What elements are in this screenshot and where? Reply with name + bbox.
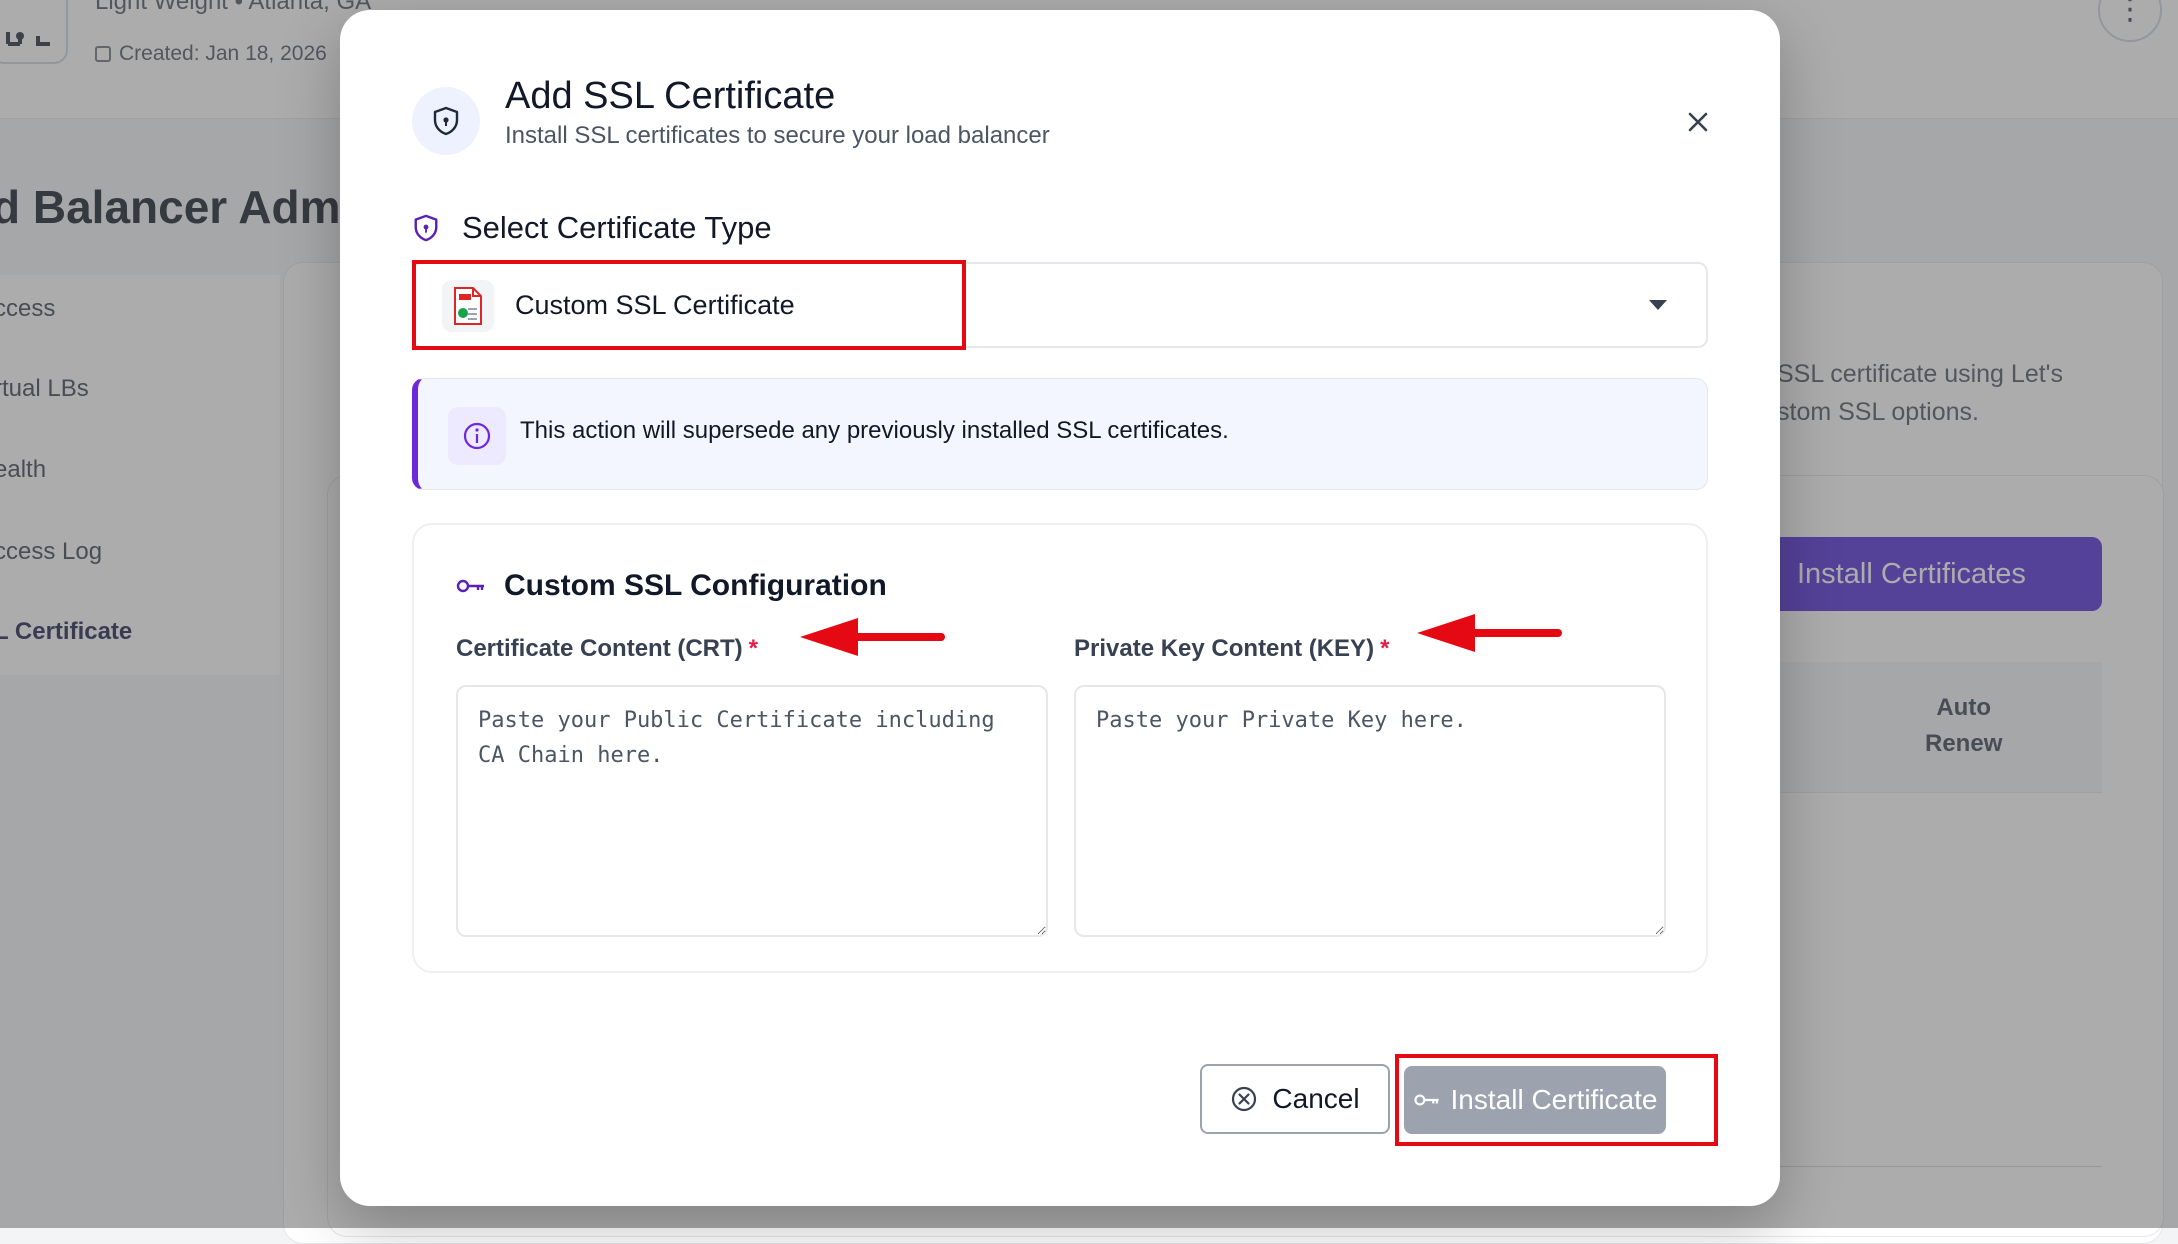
install-certificate-button[interactable]: Install Certificate	[1404, 1066, 1666, 1134]
cancel-button[interactable]: Cancel	[1200, 1064, 1390, 1134]
config-title: Custom SSL Configuration	[456, 569, 887, 603]
shield-icon	[412, 87, 480, 155]
dialog-title: Add SSL Certificate	[505, 75, 836, 117]
config-title-text: Custom SSL Configuration	[504, 569, 887, 602]
info-alert: This action will supersede any previousl…	[412, 378, 1708, 490]
private-key-textarea[interactable]	[1074, 685, 1666, 937]
ssl-file-icon	[442, 280, 494, 332]
certificate-type-select[interactable]: Custom SSL Certificate	[412, 262, 1708, 348]
required-marker: *	[748, 635, 759, 662]
custom-ssl-configuration: Custom SSL Configuration Certificate Con…	[412, 523, 1708, 973]
cancel-circle-icon	[1232, 1086, 1257, 1112]
close-icon[interactable]	[1678, 102, 1718, 142]
crt-label: Certificate Content (CRT) *	[456, 635, 758, 663]
add-ssl-certificate-dialog: Add SSL Certificate Install SSL certific…	[340, 10, 1780, 1206]
cancel-button-label: Cancel	[1272, 1083, 1360, 1114]
crt-label-text: Certificate Content (CRT)	[456, 635, 743, 662]
selected-certificate-type: Custom SSL Certificate	[515, 290, 795, 320]
key-icon	[456, 579, 484, 593]
dialog-subtitle: Install SSL certificates to secure your …	[505, 122, 1050, 149]
key-label-text: Private Key Content (KEY)	[1074, 635, 1375, 662]
certificate-content-textarea[interactable]	[456, 685, 1048, 937]
key-icon	[1413, 1094, 1439, 1106]
certificate-type-label: Select Certificate Type	[412, 210, 772, 246]
required-marker: *	[1380, 635, 1390, 662]
certificate-type-label-text: Select Certificate Type	[462, 210, 772, 245]
install-certificate-label: Install Certificate	[1450, 1084, 1658, 1115]
key-label: Private Key Content (KEY) *	[1074, 635, 1389, 663]
info-icon	[448, 407, 506, 465]
chevron-down-icon	[1649, 300, 1667, 310]
info-alert-text: This action will supersede any previousl…	[520, 417, 1229, 444]
shield-icon	[414, 214, 438, 242]
